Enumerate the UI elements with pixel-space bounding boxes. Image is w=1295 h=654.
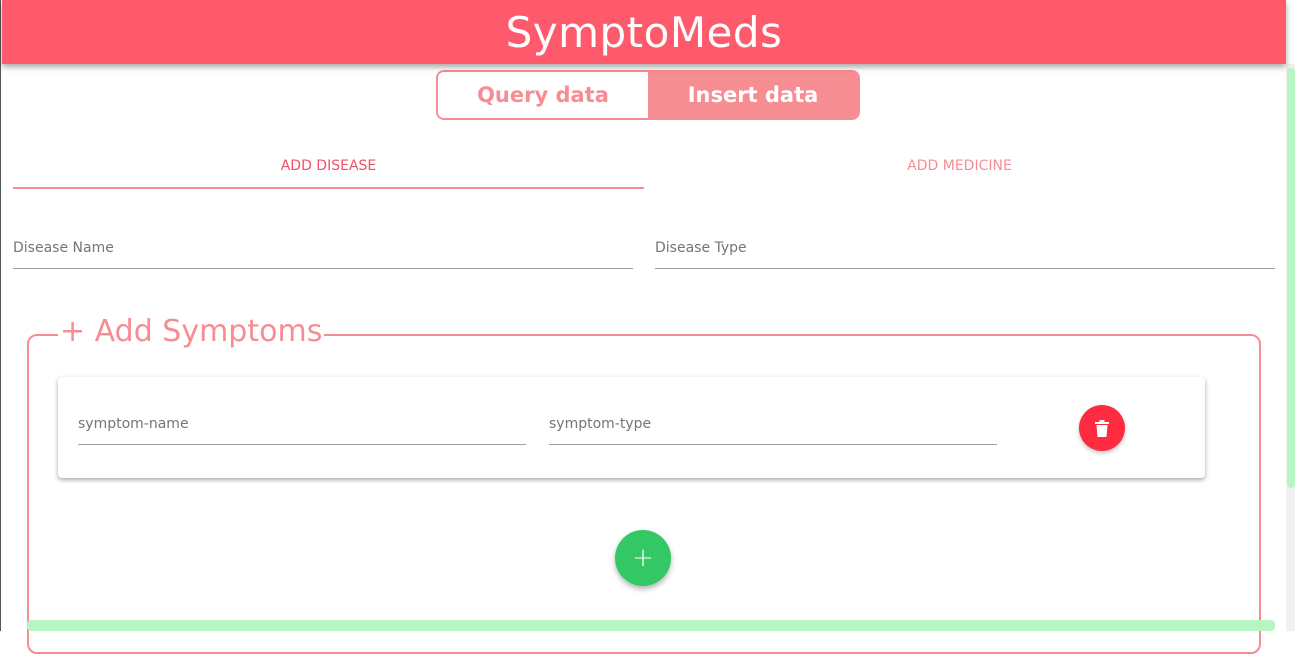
- tab-add-disease[interactable]: ADD DISEASE: [13, 145, 644, 189]
- app-title: SymptoMeds: [505, 7, 783, 57]
- mode-toggle: Query data Insert data: [436, 70, 860, 120]
- tab-add-medicine[interactable]: ADD MEDICINE: [644, 145, 1275, 187]
- disease-type-field[interactable]: Disease Type: [655, 240, 1275, 269]
- add-symptom-button[interactable]: +: [615, 530, 671, 586]
- insert-data-button[interactable]: Insert data: [648, 72, 858, 118]
- scrollbar-thumb[interactable]: [1287, 68, 1295, 488]
- form-tabs: ADD DISEASE ADD MEDICINE: [13, 145, 1275, 189]
- add-symptoms-legend[interactable]: + Add Symptoms: [58, 314, 325, 349]
- app-header: SymptoMeds: [2, 0, 1286, 64]
- symptom-type-field[interactable]: symptom-type: [549, 416, 997, 445]
- disease-name-field[interactable]: Disease Name: [13, 240, 633, 269]
- query-data-button[interactable]: Query data: [438, 72, 648, 118]
- trash-icon: [1095, 419, 1109, 437]
- symptom-name-field[interactable]: symptom-name: [78, 416, 526, 445]
- delete-symptom-button[interactable]: [1079, 405, 1125, 451]
- plus-icon: +: [632, 543, 654, 573]
- bottom-bar: [27, 620, 1275, 631]
